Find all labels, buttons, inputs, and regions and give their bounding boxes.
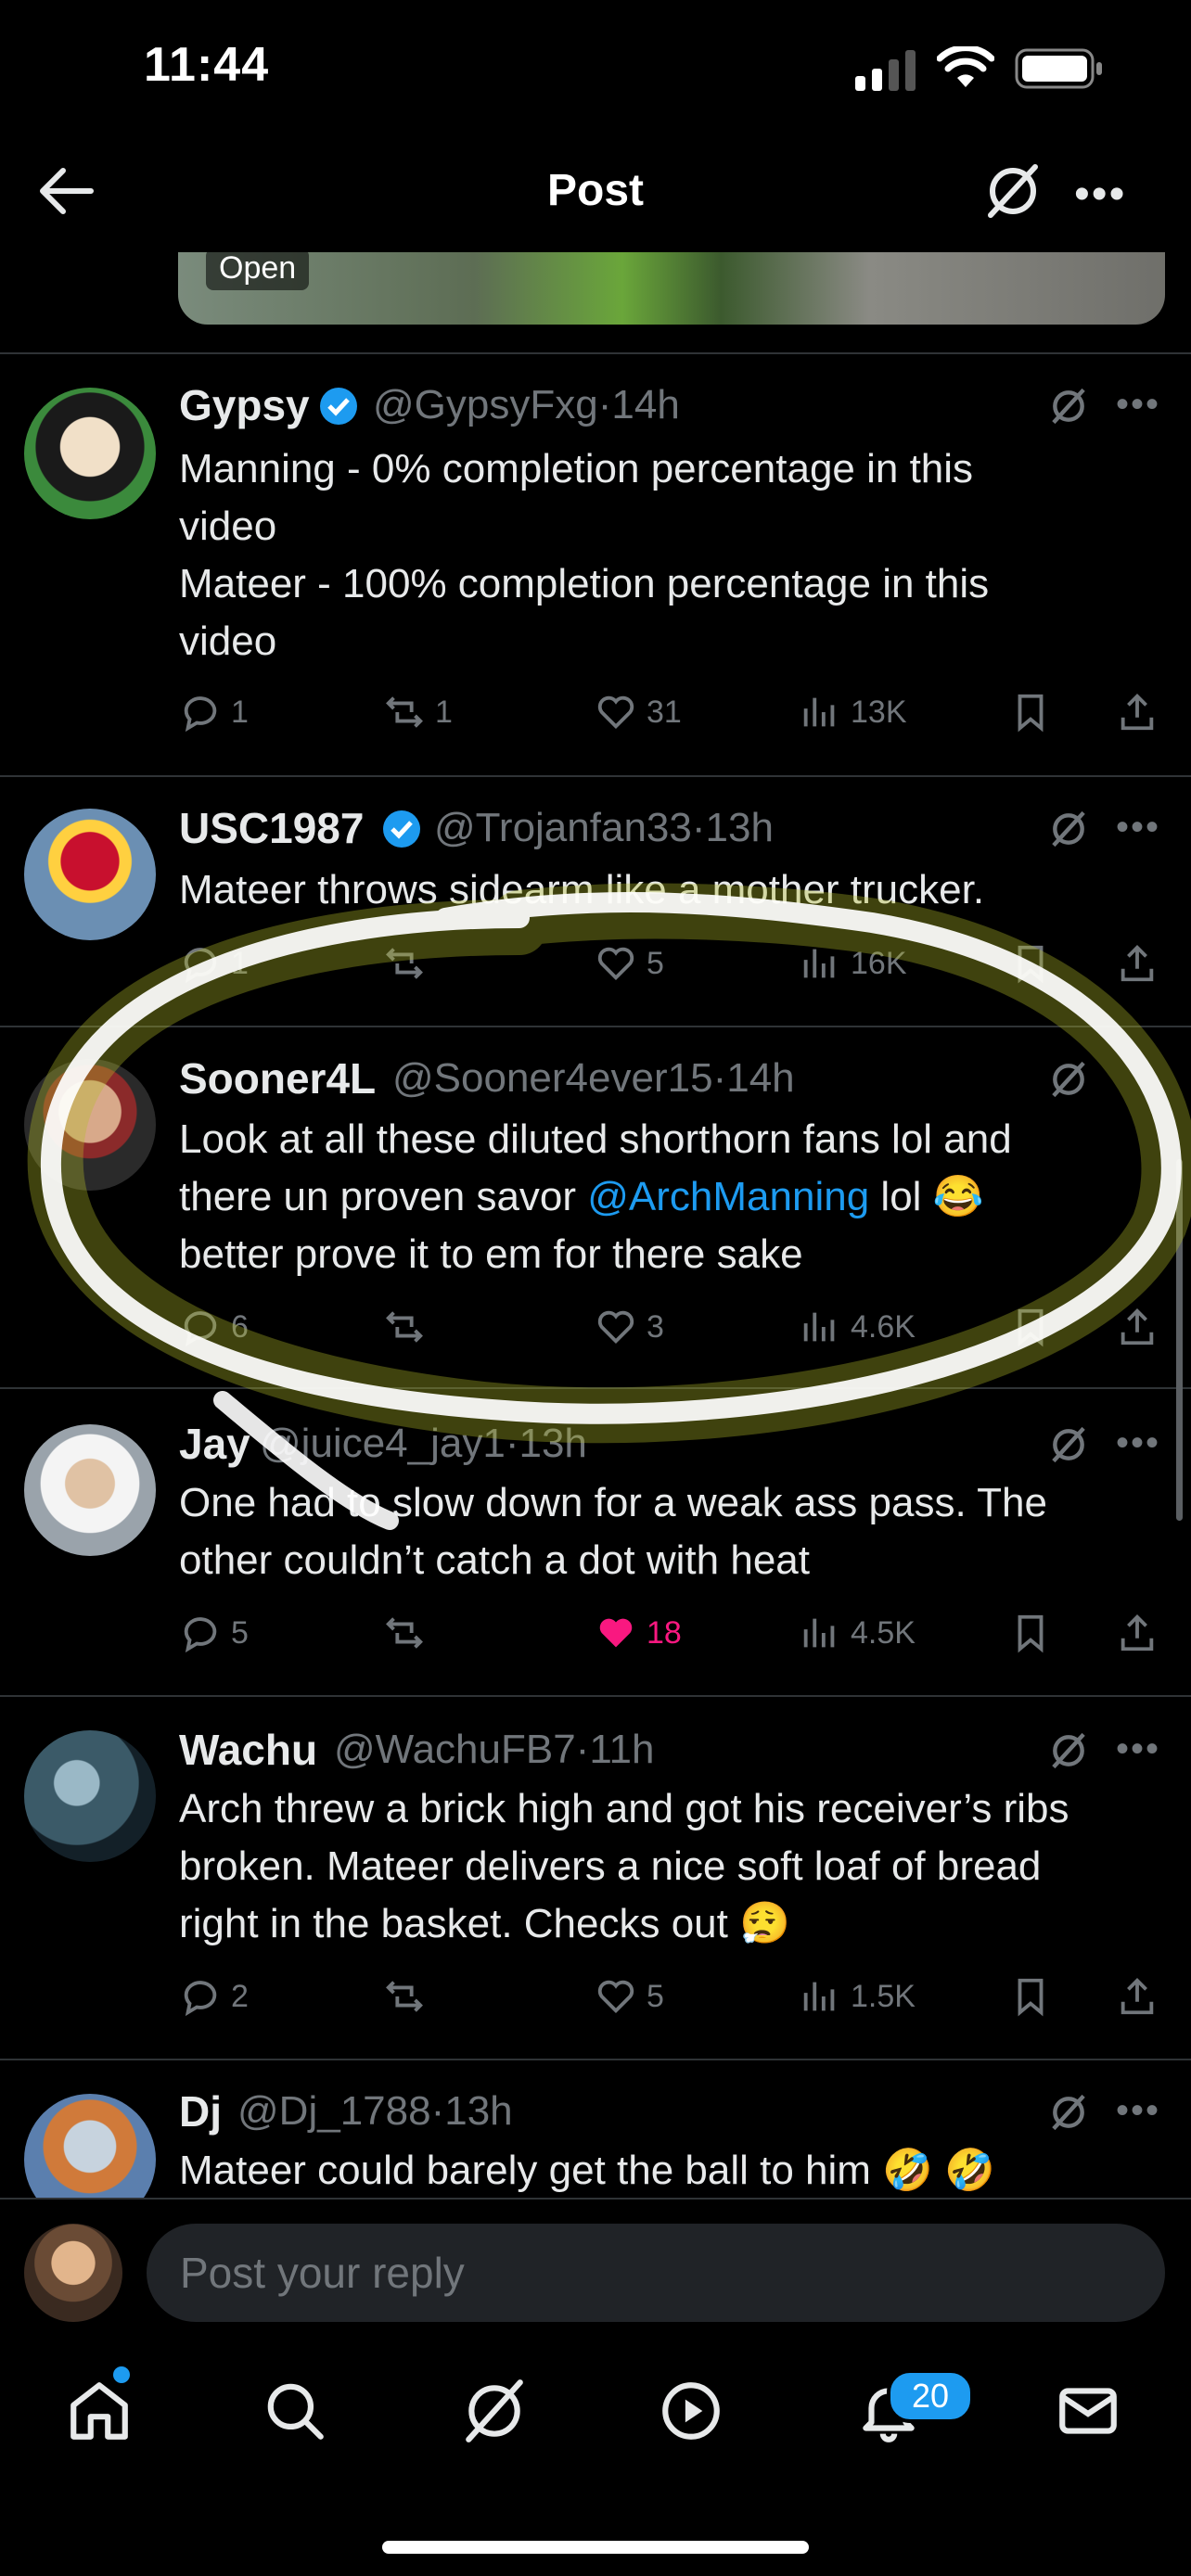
tab-search[interactable] — [244, 2360, 346, 2462]
home-icon — [70, 2382, 128, 2440]
grok-icon — [466, 2379, 523, 2442]
home-unread-dot — [113, 2366, 130, 2383]
search-icon — [267, 2383, 324, 2440]
tab-home[interactable] — [48, 2360, 150, 2462]
tab-grok[interactable] — [443, 2360, 545, 2462]
mail-icon — [1059, 2388, 1117, 2434]
my-avatar[interactable] — [24, 2224, 122, 2322]
tab-video[interactable] — [640, 2360, 742, 2462]
reply-input[interactable]: Post your reply — [147, 2224, 1165, 2322]
play-icon — [662, 2382, 720, 2440]
tab-messages[interactable] — [1037, 2360, 1139, 2462]
annotation-circle — [27, 883, 1191, 1530]
home-indicator — [382, 2541, 809, 2554]
notifications-badge: 20 — [887, 2369, 974, 2423]
